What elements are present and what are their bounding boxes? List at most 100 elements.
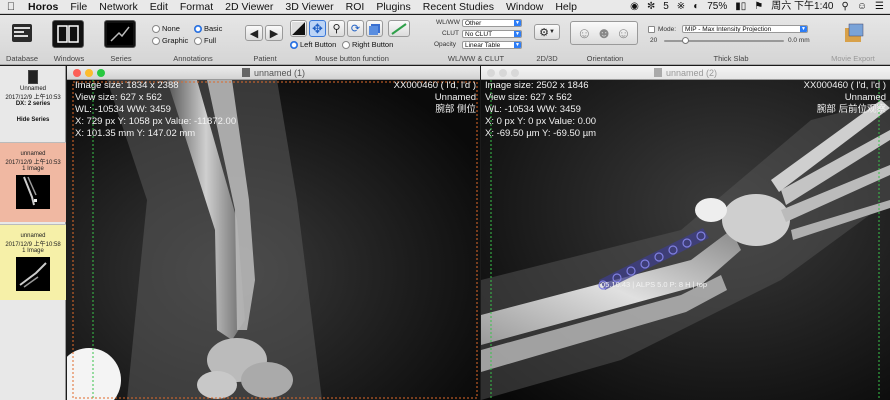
series-date: 2017/12/9 上午10:58	[5, 242, 61, 248]
apple-menu-icon[interactable]: 	[0, 1, 22, 13]
study-file-icon	[28, 70, 38, 84]
close-window-icon[interactable]	[73, 69, 81, 77]
2d3d-menu-button[interactable]: ⚙ ▼	[534, 24, 560, 40]
opacity-select-value: Linear Table	[465, 42, 501, 49]
pixel-coords-text: X: 729 px Y: 1058 px Value: -11872.00	[75, 116, 237, 127]
wlww-tool-button[interactable]	[290, 20, 307, 37]
skull-coronal-icon[interactable]: ☻	[596, 25, 612, 42]
annotation-full-radio[interactable]: Full	[194, 36, 216, 45]
flag-icon[interactable]: ⚑	[754, 0, 763, 14]
mouse-function-group: ✥ ⚲ ⟳ Left Button Right Button Mouse but…	[290, 15, 414, 65]
annotation-graphic-label: Graphic	[162, 36, 189, 45]
2d3d-group: ⚙ ▼ 2D/3D	[528, 15, 566, 65]
move-tool-button[interactable]: ✥	[309, 20, 326, 37]
opacity-select[interactable]: Linear Table ▼	[462, 41, 522, 49]
skull-axial-icon[interactable]: ☺	[577, 25, 592, 42]
radio-circle	[152, 36, 160, 45]
zoom-window-icon[interactable]	[511, 69, 519, 77]
wifi-icon[interactable]: ◐	[693, 0, 699, 14]
left-button-radio[interactable]: Left Button	[290, 40, 336, 49]
slider-knob[interactable]	[682, 37, 689, 44]
minimize-window-icon[interactable]	[85, 69, 93, 77]
zoom-tool-button[interactable]: ⚲	[328, 20, 345, 37]
next-patient-button[interactable]: ▶	[265, 25, 283, 41]
rotate-tool-button[interactable]: ⟳	[347, 20, 364, 37]
database-group: Database	[2, 15, 42, 65]
um-coords-text: X: -69.50 µm Y: -69.50 µm	[485, 128, 597, 139]
bluetooth-icon[interactable]: ※	[677, 0, 685, 14]
document-proxy-icon	[653, 68, 662, 77]
previous-patient-button[interactable]: ◀	[245, 25, 263, 41]
image-viewport[interactable]: Image size: 1834 x 2388 View size: 627 x…	[67, 80, 480, 400]
status-count: 5	[663, 1, 669, 12]
menu-help[interactable]: Help	[549, 0, 583, 14]
implant-annotation-label[interactable]: 05.10.43 | ALPS 5.0 P: 8 H | top	[601, 280, 707, 289]
study-info[interactable]: Unnamed 2017/12/9 上午10:53 DX: 2 series H…	[0, 66, 66, 140]
windows-tile-button[interactable]	[52, 20, 84, 48]
series-date: 2017/12/9 上午10:53	[5, 160, 61, 166]
scroll-tool-button[interactable]	[366, 20, 383, 37]
viewer-titlebar[interactable]: unnamed (1)	[67, 66, 480, 80]
chevron-down-icon: ▼	[514, 42, 521, 48]
battery-icon[interactable]: ▮▯	[735, 0, 746, 14]
movie-export-button[interactable]	[842, 21, 866, 45]
series-group: Series	[96, 15, 146, 65]
thick-slab-label: Thick Slab	[713, 54, 749, 63]
right-button-radio[interactable]: Right Button	[342, 40, 393, 49]
menu-format[interactable]: Format	[174, 0, 219, 14]
image-viewport[interactable]: Image size: 2502 x 1846 View size: 627 x…	[481, 80, 890, 400]
annotation-basic-radio[interactable]: Basic	[194, 24, 222, 33]
notification-icon[interactable]: ✼	[647, 0, 655, 14]
viewer-window-2: unnamed (2) Image size: 2502 x 1846 View…	[481, 66, 890, 400]
viewer-titlebar[interactable]: unnamed (2)	[481, 66, 890, 80]
series-card-1[interactable]: unnamed 2017/12/9 上午10:53 1 Image	[0, 142, 66, 222]
annotation-none-radio[interactable]: None	[152, 24, 180, 33]
thick-slab-mode-select[interactable]: MIP - Max Intensity Projection ▼	[682, 25, 808, 33]
chevron-down-icon: ▼	[800, 26, 807, 32]
menu-window[interactable]: Window	[500, 0, 549, 14]
mode-select-value: MIP - Max Intensity Projection	[685, 26, 772, 33]
chevron-down-icon: ▼	[514, 20, 521, 26]
menu-3d-viewer[interactable]: 3D Viewer	[279, 0, 339, 14]
list-icon[interactable]: ☰	[875, 0, 884, 14]
menu-file[interactable]: File	[64, 0, 93, 14]
annotation-graphic-radio[interactable]: Graphic	[152, 36, 188, 45]
clock[interactable]: 周六 下午1:40	[771, 0, 833, 14]
hide-series-button[interactable]: Hide Series	[0, 117, 66, 123]
patient-info-overlay: XX000460 ( l'd, l'd ) Unnamed 腕部 后前位观察	[804, 80, 886, 116]
wlww-select[interactable]: Other ▼	[462, 19, 522, 27]
patient-id-text: XX000460 ( l'd, l'd )	[393, 80, 476, 91]
skull-sagittal-icon[interactable]: ☺	[616, 25, 631, 42]
menu-edit[interactable]: Edit	[144, 0, 174, 14]
orientation-segmented-control: ☺ ☻ ☺	[570, 21, 638, 45]
rotate-icon: ⟳	[350, 23, 361, 35]
contrast-icon	[292, 22, 305, 35]
radio-circle	[342, 40, 350, 49]
zoom-window-icon[interactable]	[97, 69, 105, 77]
minimize-window-icon[interactable]	[499, 69, 507, 77]
menu-roi[interactable]: ROI	[340, 0, 371, 14]
menu-2d-viewer[interactable]: 2D Viewer	[219, 0, 279, 14]
thick-slab-checkbox[interactable]	[648, 26, 655, 33]
movie-export-label: Movie Export	[831, 54, 875, 63]
annotations-group: None Basic Graphic Full Annotations	[148, 15, 238, 65]
xray-thumbnail-icon	[23, 176, 37, 206]
menu-plugins[interactable]: Plugins	[370, 0, 416, 14]
database-button[interactable]	[10, 21, 34, 45]
series-layout-button[interactable]	[104, 20, 136, 48]
menu-app[interactable]: Horos	[22, 0, 64, 14]
menu-network[interactable]: Network	[93, 0, 144, 14]
search-icon[interactable]: ⚲	[841, 0, 848, 14]
menu-recent-studies[interactable]: Recent Studies	[417, 0, 500, 14]
close-window-icon[interactable]	[487, 69, 495, 77]
viewer-title: unnamed (2)	[665, 68, 718, 78]
user-icon[interactable]: ☺	[857, 0, 867, 14]
series-card-2[interactable]: unnamed 2017/12/9 上午10:58 1 Image	[0, 224, 66, 300]
wechat-icon[interactable]: ◉	[630, 0, 639, 14]
menu-bar:  Horos File Network Edit Format 2D View…	[0, 0, 890, 14]
arrow-right-icon: ▶	[269, 27, 279, 40]
roi-tool-button[interactable]	[388, 20, 410, 37]
image-info-overlay: Image size: 2502 x 1846 View size: 627 x…	[485, 80, 596, 140]
clut-select[interactable]: No CLUT ▼	[462, 30, 522, 38]
patient-id-text: XX000460 ( l'd, l'd )	[803, 80, 886, 91]
